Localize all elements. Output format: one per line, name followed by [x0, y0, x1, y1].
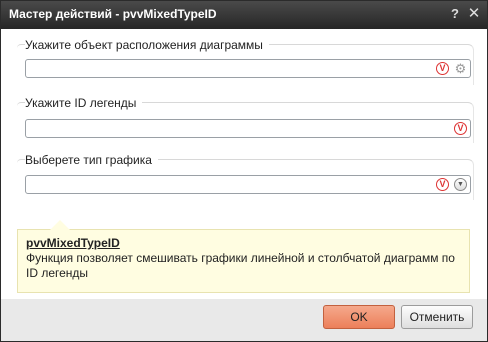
- section-label-chart-type: Выберете тип графика: [25, 153, 158, 167]
- gear-icon[interactable]: ⚙: [454, 62, 467, 75]
- help-button[interactable]: ?: [448, 7, 462, 21]
- validate-icon[interactable]: V: [436, 62, 449, 75]
- legend-id-field[interactable]: V: [25, 119, 471, 138]
- validate-icon[interactable]: V: [454, 122, 467, 135]
- cancel-button[interactable]: Отменить: [401, 305, 473, 329]
- chart-location-field[interactable]: V ⚙: [25, 59, 471, 78]
- chart-type-select[interactable]: V ▼: [25, 175, 471, 194]
- section-chart-location: Укажите объект расположения диаграммы V …: [17, 38, 474, 85]
- dialog-content: Укажите объект расположения диаграммы V …: [1, 29, 487, 299]
- info-description: Функция позволяет смешивать графики лине…: [26, 251, 455, 280]
- close-button[interactable]: ✕: [467, 6, 481, 21]
- chart-type-input[interactable]: [30, 177, 434, 194]
- dialog-window: Мастер действий - pvvMixedTypeID ? ✕ Ука…: [0, 0, 488, 342]
- legend-id-input[interactable]: [30, 121, 434, 138]
- validate-icon[interactable]: V: [436, 178, 449, 191]
- info-title[interactable]: pvvMixedTypeID: [26, 236, 461, 250]
- dialog-title: Мастер действий - pvvMixedTypeID: [9, 7, 217, 21]
- section-label-legend-id: Укажите ID легенды: [25, 96, 143, 110]
- ok-button[interactable]: OK: [323, 305, 395, 329]
- info-pointer: [50, 220, 70, 230]
- info-panel: pvvMixedTypeID Функция позволяет смешива…: [17, 220, 470, 293]
- chart-location-input[interactable]: [30, 61, 434, 78]
- section-chart-type: Выберете тип графика V ▼: [17, 153, 474, 200]
- dialog-footer: OK Отменить: [1, 299, 487, 341]
- section-label-chart-location: Укажите объект расположения диаграммы: [25, 38, 269, 52]
- chevron-down-icon[interactable]: ▼: [454, 178, 467, 191]
- title-bar[interactable]: Мастер действий - pvvMixedTypeID ? ✕: [1, 1, 487, 29]
- section-legend-id: Укажите ID легенды V: [17, 96, 474, 143]
